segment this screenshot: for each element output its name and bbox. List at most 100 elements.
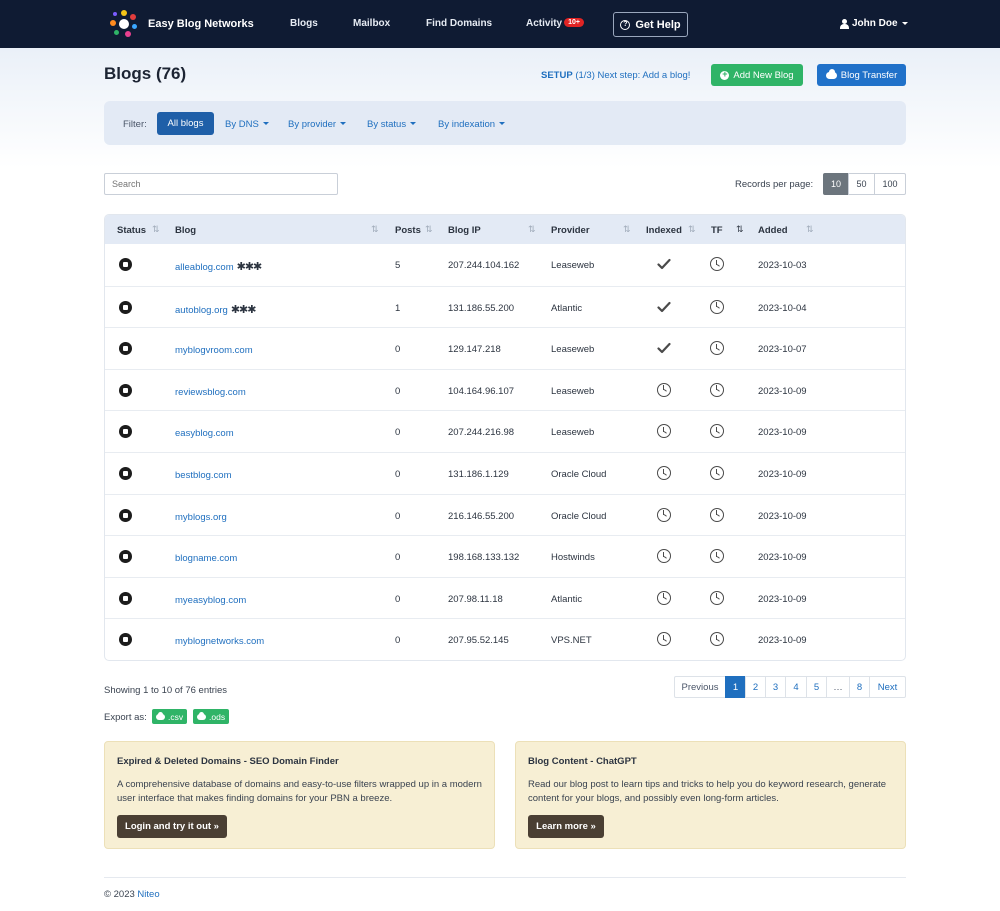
added-date-cell: 2023-10-09 (758, 510, 807, 522)
posts-cell: 0 (395, 635, 401, 647)
setup-progress[interactable]: SETUP (1/3) Next step: Add a blog! (541, 70, 690, 81)
user-name: John Doe (852, 18, 898, 29)
blog-ip-cell: 207.244.104.162 (448, 260, 520, 271)
blog-ip-cell: 104.164.96.107 (448, 385, 515, 397)
blog-link[interactable]: blogname.com (175, 553, 237, 564)
blog-ip-cell: 131.186.55.200 (448, 302, 515, 314)
blog-link[interactable]: autoblog.org (175, 305, 228, 316)
pagination-previous[interactable]: Previous (674, 676, 726, 698)
blog-cell: reviewsblog.com (175, 386, 249, 398)
blog-link[interactable]: easyblog.com (175, 428, 234, 439)
column-header-blog-ip[interactable]: Blog IP (448, 225, 481, 236)
column-header-added[interactable]: Added (758, 225, 788, 236)
login-try-button[interactable]: Login and try it out » (117, 815, 227, 838)
nav-blogs[interactable]: Blogs (290, 18, 318, 29)
filter-by-provider-dropdown[interactable]: By provider (288, 119, 347, 130)
sort-icon[interactable]: ⇅ (425, 224, 433, 235)
sort-icon[interactable]: ⇅ (152, 224, 160, 235)
blog-link[interactable]: reviewsblog.com (175, 387, 246, 398)
blog-link[interactable]: myblognetworks.com (175, 636, 264, 647)
added-date-cell: 2023-10-09 (758, 385, 807, 397)
table-row: myblogs.org 0 216.146.55.200 Oracle Cloud 20… (105, 493, 905, 536)
brand[interactable]: Easy Blog Networks (110, 10, 254, 38)
column-header-indexed[interactable]: Indexed (646, 225, 682, 236)
posts-cell: 0 (395, 427, 401, 439)
records-100-button[interactable]: 100 (874, 173, 906, 195)
nav-activity[interactable]: Activity 10+ (526, 18, 584, 29)
top-navbar: Easy Blog Networks Blogs Mailbox Find Do… (0, 0, 1000, 48)
clock-icon (710, 424, 724, 439)
sort-desc-icon[interactable]: ⇅ (736, 224, 744, 235)
provider-cell: Atlantic (551, 302, 583, 314)
entries-info: Showing 1 to 10 of 76 entries (104, 685, 228, 696)
blog-link[interactable]: alleablog.com (175, 262, 234, 273)
pagination-page-4[interactable]: 4 (785, 676, 807, 698)
pagination-page-8[interactable]: 8 (849, 676, 870, 698)
status-stop-icon (119, 300, 132, 314)
niteo-link[interactable]: Niteo (137, 889, 159, 900)
nav-activity-label: Activity (526, 18, 563, 29)
blog-link[interactable]: myblogs.org (175, 512, 227, 523)
pagination-page-1[interactable]: 1 (725, 676, 746, 698)
filter-all-blogs-button[interactable]: All blogs (157, 112, 214, 135)
posts-cell: 5 (395, 260, 401, 271)
table-row: easyblog.com 0 207.244.216.98 Leaseweb 2023-… (105, 410, 905, 452)
column-header-tf[interactable]: TF (711, 225, 723, 236)
nav-find-domains[interactable]: Find Domains (426, 18, 492, 29)
sort-icon[interactable]: ⇅ (623, 224, 631, 235)
blog-ip-cell: 216.146.55.200 (448, 510, 515, 522)
status-stop-icon (119, 467, 132, 480)
added-date-cell: 2023-10-09 (758, 427, 807, 439)
column-header-blog[interactable]: Blog (175, 225, 196, 236)
pagination-page-5[interactable]: 5 (806, 676, 827, 698)
nav-mailbox[interactable]: Mailbox (353, 18, 390, 29)
pagination-next[interactable]: Next (869, 676, 906, 698)
learn-more-button[interactable]: Learn more » (528, 815, 604, 838)
get-help-button[interactable]: ? Get Help (613, 12, 688, 37)
clock-icon (710, 382, 724, 397)
records-10-button[interactable]: 10 (823, 173, 849, 195)
blog-cell: myblogvroom.com (175, 344, 256, 356)
clock-icon (657, 632, 671, 647)
blog-cell: myeasyblog.com (175, 594, 249, 606)
added-date-cell: 2023-10-07 (758, 344, 807, 356)
status-stop-icon (119, 591, 132, 605)
filter-bar: Filter: All blogs By DNS By provider By … (104, 101, 906, 145)
column-header-status[interactable]: Status (117, 225, 146, 236)
card-title: Expired & Deleted Domains - SEO Domain F… (117, 756, 339, 767)
check-icon (657, 300, 671, 314)
sort-icon[interactable]: ⇅ (528, 224, 536, 235)
filter-by-indexation-label: By indexation (438, 119, 496, 130)
cloud-upload-icon (825, 68, 837, 79)
user-menu[interactable]: John Doe (840, 18, 908, 29)
posts-cell: 0 (395, 593, 401, 605)
pagination-page-2[interactable]: 2 (745, 676, 766, 698)
filter-by-indexation-dropdown[interactable]: By indexation (438, 119, 506, 130)
pagination-page-3[interactable]: 3 (765, 676, 786, 698)
blog-ip-cell: 207.95.52.145 (448, 635, 509, 647)
records-per-page-label: Records per page: (735, 179, 814, 190)
records-50-button[interactable]: 50 (848, 173, 875, 195)
export-ods-button[interactable]: .ods (193, 709, 230, 724)
sort-icon[interactable]: ⇅ (688, 224, 696, 235)
add-new-blog-label: Add New Blog (733, 69, 794, 81)
filter-by-status-dropdown[interactable]: By status (367, 119, 417, 130)
blog-transfer-button[interactable]: Blog Transfer (817, 64, 906, 86)
filter-by-dns-dropdown[interactable]: By DNS (225, 119, 269, 130)
column-header-provider[interactable]: Provider (551, 225, 590, 236)
sort-icon[interactable]: ⇅ (806, 224, 814, 235)
export-csv-button[interactable]: .csv (152, 709, 188, 724)
sort-icon[interactable]: ⇅ (371, 224, 379, 235)
add-new-blog-button[interactable]: Add New Blog (711, 64, 803, 86)
blog-cell: alleablog.com ✱✱✱ (175, 260, 262, 273)
added-date-cell: 2023-10-09 (758, 635, 807, 647)
column-header-posts[interactable]: Posts (395, 225, 421, 236)
provider-cell: Oracle Cloud (551, 510, 607, 522)
blog-link[interactable]: bestblog.com (175, 470, 232, 481)
blog-link[interactable]: myblogvroom.com (175, 345, 253, 356)
blog-ip-cell: 131.186.1.129 (448, 469, 509, 480)
pagination-ellipsis: … (826, 676, 850, 698)
blog-link[interactable]: myeasyblog.com (175, 595, 246, 606)
card-text: Read our blog post to learn tips and tri… (528, 779, 887, 804)
search-input[interactable] (104, 173, 338, 195)
